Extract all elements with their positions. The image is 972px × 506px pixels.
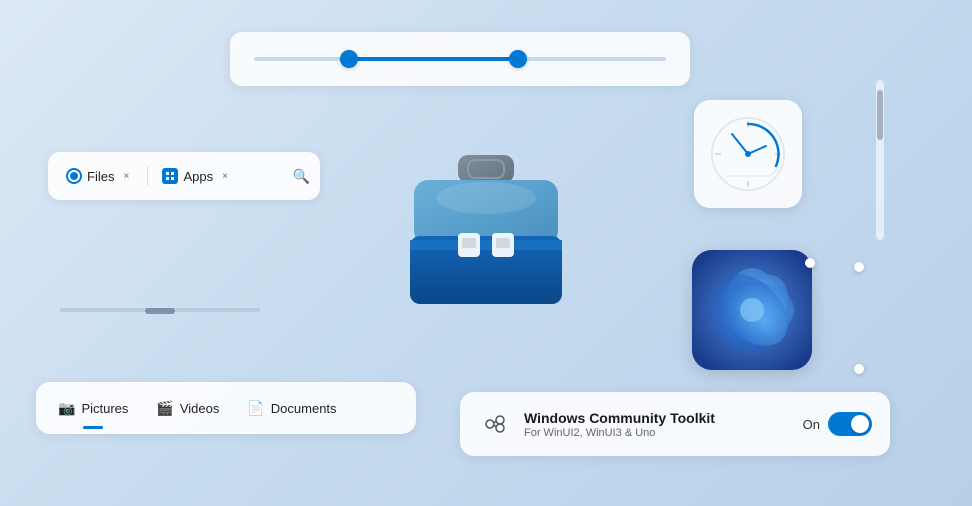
briefcase-icon [376, 130, 596, 330]
clock-widget [694, 100, 802, 208]
tab-bar: Files × Apps × 🔍 [48, 152, 320, 200]
toolkit-toggle-label: On [803, 417, 820, 432]
mini-slider[interactable] [60, 300, 260, 320]
mini-slider-track [60, 308, 260, 312]
apps-icon [162, 168, 178, 184]
mini-slider-thumb[interactable] [145, 308, 175, 314]
toolkit-icon [478, 408, 510, 440]
toggle-knob [851, 415, 869, 433]
toolkit-card: Windows Community Toolkit For WinUI2, Wi… [460, 392, 890, 456]
scrollbar-thumb[interactable] [877, 90, 883, 140]
pictures-icon: 📷 [58, 400, 75, 417]
slider-track [254, 57, 666, 61]
scrollbar[interactable] [876, 80, 884, 240]
tab-apps-label: Apps [183, 169, 213, 184]
nav-tab-bar: 📷 Pictures 🎬 Videos 📄 Documents [36, 382, 416, 434]
nav-tab-pictures[interactable]: 📷 Pictures [44, 392, 142, 425]
tab-search-icon[interactable]: 🔍 [293, 168, 310, 185]
range-slider[interactable] [230, 32, 690, 86]
briefcase-svg [386, 140, 586, 320]
nav-tab-documents-label: Documents [271, 401, 337, 416]
nav-tab-videos-label: Videos [180, 401, 220, 416]
bloom-dot-br [854, 364, 864, 374]
bloom-dot-tr [854, 262, 864, 272]
clock-svg [708, 114, 788, 194]
toolkit-subtitle: For WinUI2, WinUI3 & Uno [524, 427, 789, 439]
bloom-svg [692, 250, 812, 370]
nav-tab-videos[interactable]: 🎬 Videos [142, 392, 233, 425]
tab-divider [147, 166, 148, 186]
slider-fill [349, 57, 518, 61]
tab-files-label: Files [87, 169, 114, 184]
toolkit-toggle-area: On [803, 412, 872, 436]
toolkit-title: Windows Community Toolkit [524, 410, 789, 426]
videos-icon: 🎬 [156, 400, 173, 417]
files-icon [66, 168, 82, 184]
toggle-switch[interactable] [828, 412, 872, 436]
tab-files-close[interactable]: × [119, 169, 133, 183]
documents-icon: 📄 [247, 400, 264, 417]
nav-tab-documents[interactable]: 📄 Documents [233, 392, 350, 425]
toolkit-text: Windows Community Toolkit For WinUI2, Wi… [524, 410, 789, 439]
tab-files[interactable]: Files × [58, 164, 141, 188]
slider-thumb-left[interactable] [340, 50, 358, 68]
tab-apps[interactable]: Apps × [154, 164, 240, 188]
bloom-widget [692, 250, 812, 370]
nav-tab-pictures-label: Pictures [81, 401, 128, 416]
bloom-dot-tl [805, 258, 815, 268]
tab-apps-close[interactable]: × [218, 169, 232, 183]
slider-thumb-right[interactable] [509, 50, 527, 68]
